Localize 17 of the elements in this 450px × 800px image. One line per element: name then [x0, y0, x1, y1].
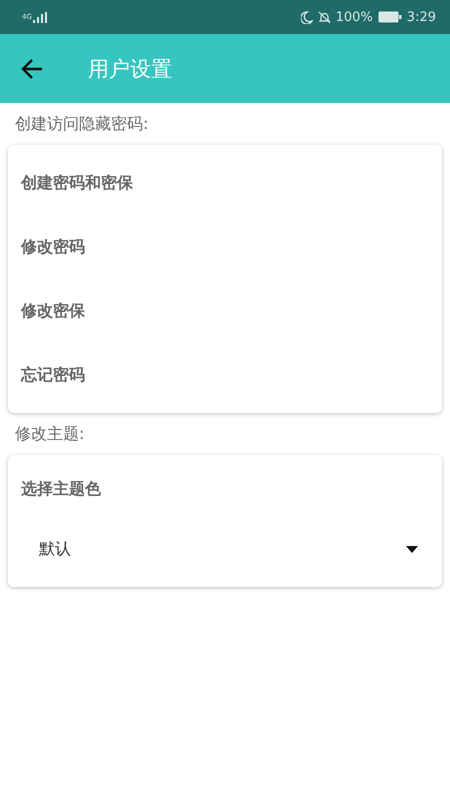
option-heading: 选择主题色: [20, 478, 102, 500]
moon-icon: [300, 10, 313, 24]
page-title: 用户设置: [88, 56, 172, 82]
signal-icon: [32, 12, 47, 22]
battery-icon: [378, 11, 402, 23]
settings-item[interactable]: 修改密保: [8, 279, 442, 343]
battery-percent: 100%: [336, 10, 373, 24]
caret-icon: [406, 546, 418, 552]
back-arrow-icon: [21, 58, 43, 78]
clock: 3:29: [406, 10, 436, 24]
settings-item[interactable]: 修改密码: [8, 215, 442, 279]
section-label: 修改主题:: [14, 423, 86, 445]
settings-item[interactable]: 创建密码和密保: [8, 151, 442, 215]
theme-dropdown[interactable]: 默认: [8, 517, 442, 581]
settings-item[interactable]: 忘记密码: [8, 343, 442, 407]
muted-bell-icon: [318, 10, 331, 24]
section-label: 创建访问隐藏密码:: [14, 113, 150, 135]
